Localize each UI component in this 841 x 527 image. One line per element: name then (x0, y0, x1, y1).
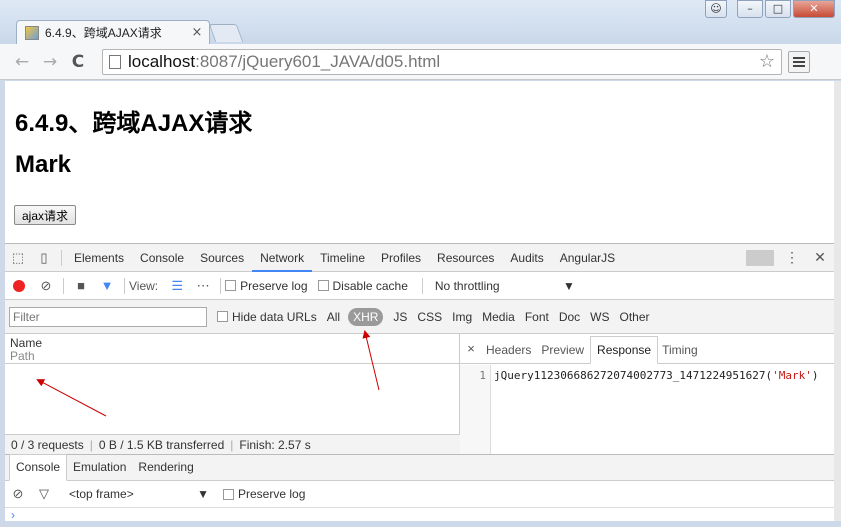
network-panes: Name Path 0 / 3 requests | 0 B / 1.5 KB … (5, 334, 834, 454)
filter-type-ws[interactable]: WS (590, 310, 609, 324)
page-content: 6.4.9、跨域AJAX请求 Mark ajax请求 (5, 81, 834, 243)
menu-icon[interactable] (788, 50, 810, 73)
response-body: 1 jQuery112306686272074002773_1471224951… (460, 365, 834, 454)
console-drawer: Console Emulation Rendering ⊘ ▽ <top fra… (5, 454, 834, 522)
console-toolbar: ⊘ ▽ <top frame> ▼ Preserve log (5, 481, 834, 508)
url-host: localhost (128, 51, 196, 71)
tab-sources[interactable]: Sources (192, 244, 252, 272)
tab-angularjs[interactable]: AngularJS (552, 244, 623, 272)
frame-select[interactable]: <top frame> ▼ (69, 487, 209, 501)
tab-title: 6.4.9、跨域AJAX请求 (45, 26, 162, 40)
tab-profiles[interactable]: Profiles (373, 244, 429, 272)
close-detail-icon[interactable]: × (460, 341, 482, 363)
tab-response[interactable]: Response (590, 336, 659, 364)
tab-timeline[interactable]: Timeline (312, 244, 373, 272)
device-mode-icon[interactable]: ▯ (31, 250, 57, 266)
tab-network[interactable]: Network (252, 244, 313, 272)
clear-icon[interactable]: ⊘ (33, 278, 59, 294)
dropdown-arrow-icon: ▼ (563, 278, 575, 293)
tab-resources[interactable]: Resources (429, 244, 502, 272)
drawer-tabbar: Console Emulation Rendering (5, 454, 834, 481)
browser-toolbar: ← → C localhost:8087/jQuery601_JAVA/d05.… (0, 44, 841, 80)
disable-cache-checkbox[interactable]: Disable cache (317, 279, 408, 293)
finish-time: Finish: 2.57 s (239, 437, 311, 452)
filter-icon[interactable]: ▼ (94, 278, 120, 293)
tab-elements[interactable]: Elements (66, 244, 132, 272)
page-heading: 6.4.9、跨域AJAX请求 (15, 110, 253, 137)
bookmark-star-icon[interactable]: ☆ (759, 51, 775, 72)
devtools-panel: ⬚ ▯ Elements Console Sources Network Tim… (5, 243, 834, 522)
hide-data-urls-checkbox[interactable]: Hide data URLs (217, 310, 317, 324)
ajax-request-button[interactable]: ajax请求 (14, 205, 77, 225)
console-preserve-log-checkbox[interactable]: Preserve log (223, 487, 305, 501)
filter-input[interactable] (9, 306, 207, 327)
page-subheading: Mark (15, 151, 72, 178)
drawer-tab-console[interactable]: Console (9, 454, 68, 481)
console-filter-icon[interactable]: ▽ (31, 486, 57, 502)
minimize-button[interactable]: – (737, 0, 763, 18)
request-detail: × Headers Preview Response Timing 1 jQue… (460, 334, 834, 454)
browser-tab[interactable]: 6.4.9、跨域AJAX请求 × (16, 20, 210, 44)
response-code[interactable]: jQuery112306686272074002773_147122495162… (491, 365, 819, 454)
detail-tabbar: × Headers Preview Response Timing (460, 334, 834, 364)
tab-audits[interactable]: Audits (502, 244, 551, 272)
filter-bar: Hide data URLs All XHR JS CSS Img Media … (5, 300, 834, 334)
drawer-tab-emulation[interactable]: Emulation (67, 460, 132, 480)
reload-button[interactable]: C (64, 52, 92, 72)
view-label: View: (129, 278, 159, 293)
close-devtools-icon[interactable]: ✕ (806, 249, 834, 266)
filter-type-css[interactable]: CSS (417, 310, 442, 324)
close-window-button[interactable]: ✕ (793, 0, 835, 18)
tab-headers[interactable]: Headers (482, 343, 537, 363)
clear-console-icon[interactable]: ⊘ (5, 486, 31, 502)
address-bar[interactable]: localhost:8087/jQuery601_JAVA/d05.html ☆ (102, 48, 782, 75)
filter-type-doc[interactable]: Doc (559, 310, 580, 324)
filter-type-other[interactable]: Other (620, 310, 650, 324)
filter-type-media[interactable]: Media (482, 310, 515, 324)
tab-timing[interactable]: Timing (658, 343, 704, 363)
network-toolbar: ⊘ ■ ▼ View: ☰ ⋯ Preserve log Disable cac… (5, 272, 834, 300)
window-controls: ☺ – □ ✕ (703, 0, 835, 18)
overview-icon[interactable]: ⋯ (190, 278, 216, 294)
console-prompt[interactable]: › (5, 508, 834, 522)
url-path: :8087/jQuery601_JAVA/d05.html (195, 51, 441, 71)
forward-button[interactable]: → (36, 52, 64, 72)
request-count: 0 / 3 requests (11, 437, 84, 452)
page-icon (109, 54, 121, 69)
name-column-header[interactable]: Name Path (5, 334, 459, 364)
devtools-tabbar: ⬚ ▯ Elements Console Sources Network Tim… (5, 244, 834, 272)
network-status-bar: 0 / 3 requests | 0 B / 1.5 KB transferre… (5, 434, 460, 454)
tab-close-icon[interactable]: × (189, 25, 205, 40)
capture-screenshots-icon[interactable]: ■ (68, 278, 94, 293)
tab-console[interactable]: Console (132, 244, 192, 272)
request-list: Name Path 0 / 3 requests | 0 B / 1.5 KB … (5, 334, 460, 454)
throttling-select[interactable]: No throttling ▼ (435, 279, 575, 293)
inspect-icon[interactable]: ⬚ (5, 250, 31, 266)
tab-preview[interactable]: Preview (537, 343, 590, 363)
filter-type-img[interactable]: Img (452, 310, 472, 324)
more-options-icon[interactable]: ⋮ (778, 249, 806, 266)
maximize-button[interactable]: □ (765, 0, 791, 18)
line-number: 1 (460, 365, 491, 454)
filter-type-js[interactable]: JS (393, 310, 407, 324)
drawer-tab-rendering[interactable]: Rendering (132, 460, 199, 480)
filter-type-font[interactable]: Font (525, 310, 549, 324)
record-icon[interactable] (13, 279, 25, 292)
filter-type-xhr[interactable]: XHR (348, 307, 384, 326)
dropdown-arrow-icon: ▼ (197, 487, 209, 501)
list-view-icon[interactable]: ☰ (164, 278, 190, 294)
transferred-size: 0 B / 1.5 KB transferred (98, 437, 225, 452)
favicon-icon (25, 25, 39, 40)
preserve-log-checkbox[interactable]: Preserve log (225, 279, 308, 293)
page-scrollbar[interactable] (834, 81, 841, 521)
user-icon[interactable]: ☺ (705, 0, 727, 18)
filter-type-all[interactable]: All (327, 310, 340, 324)
back-button[interactable]: ← (8, 52, 36, 72)
